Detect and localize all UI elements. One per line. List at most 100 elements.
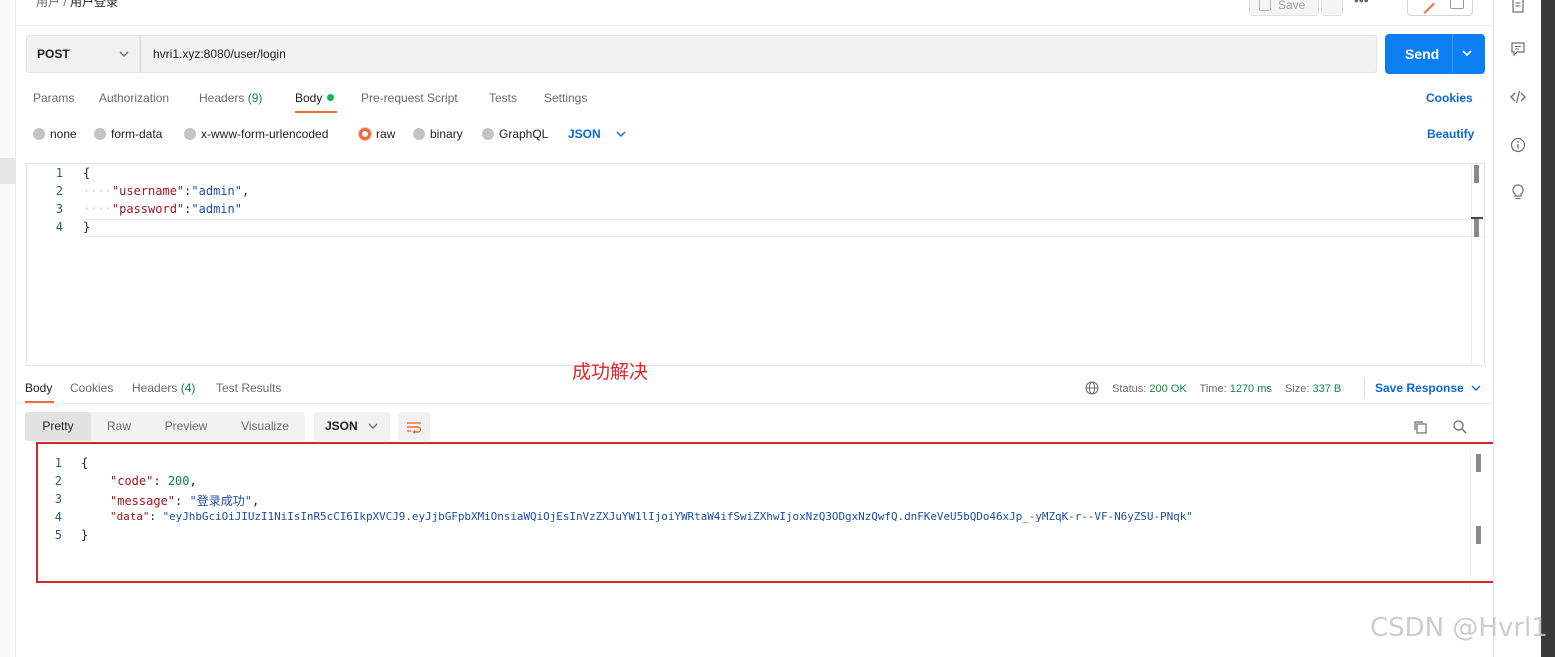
response-divider bbox=[16, 403, 1493, 404]
radio-dot bbox=[413, 128, 425, 140]
document-icon bbox=[1512, 0, 1524, 13]
chevron-down-icon bbox=[1471, 385, 1481, 391]
line-number: 4 bbox=[55, 220, 63, 234]
tab-headers[interactable]: Headers (9) bbox=[199, 91, 262, 105]
comments-button[interactable] bbox=[1508, 39, 1528, 59]
search-button[interactable] bbox=[1452, 419, 1468, 438]
json-brace: { bbox=[83, 166, 91, 180]
method-select[interactable]: POST bbox=[26, 35, 140, 73]
cookies-link[interactable]: Cookies bbox=[1426, 91, 1473, 105]
status-label: Status: bbox=[1112, 383, 1147, 395]
globe-icon[interactable] bbox=[1085, 381, 1099, 395]
lightbulb-icon bbox=[1512, 184, 1524, 200]
time-value[interactable]: 1270 ms bbox=[1230, 383, 1272, 395]
save-response-button[interactable]: Save Response bbox=[1375, 381, 1481, 395]
indent-whitespace: ···· bbox=[83, 202, 112, 216]
status-separator bbox=[1364, 379, 1365, 397]
response-tab-headers-label: Headers bbox=[132, 381, 178, 395]
tab-headers-label: Headers bbox=[199, 91, 245, 105]
body-language-select[interactable]: JSON bbox=[568, 127, 626, 141]
view-tab-pretty[interactable]: Pretty bbox=[25, 412, 91, 441]
status-value[interactable]: 200 OK bbox=[1149, 383, 1186, 395]
wrap-lines-button[interactable] bbox=[398, 412, 430, 441]
code-snippet-button[interactable] bbox=[1508, 87, 1528, 107]
code-line: } bbox=[83, 220, 90, 234]
documentation-button[interactable] bbox=[1508, 0, 1528, 16]
view-tab-visualize[interactable]: Visualize bbox=[229, 412, 301, 441]
info-button[interactable] bbox=[1508, 135, 1528, 155]
suggestions-button[interactable] bbox=[1508, 182, 1528, 202]
watermark: CSDN @Hvrl1 bbox=[1370, 613, 1548, 643]
json-key: "password" bbox=[111, 202, 185, 216]
tab-body[interactable]: Body bbox=[295, 91, 335, 105]
window-edge bbox=[1541, 0, 1555, 657]
radio-graphql[interactable]: GraphQL bbox=[482, 127, 548, 141]
radio-graphql-label: GraphQL bbox=[499, 127, 549, 141]
json-string: "admin" bbox=[191, 184, 242, 198]
tab-authorization[interactable]: Authorization bbox=[99, 91, 169, 105]
scrollbar-thumb[interactable] bbox=[1474, 219, 1479, 237]
breadcrumb-parent[interactable]: 用户 bbox=[36, 0, 60, 9]
response-tab-cookies[interactable]: Cookies bbox=[70, 381, 113, 395]
tab-prerequest-script[interactable]: Pre-request Script bbox=[361, 91, 458, 105]
code-line: ····"password":"admin" bbox=[83, 202, 242, 216]
right-sidebar bbox=[1493, 0, 1541, 657]
radio-raw-label: raw bbox=[376, 127, 396, 141]
json-key: "username" bbox=[111, 184, 185, 198]
save-button[interactable]: Save bbox=[1249, 0, 1319, 16]
code-line: ····"username":"admin", bbox=[83, 184, 249, 198]
tab-settings[interactable]: Settings bbox=[544, 91, 587, 105]
response-format-value: JSON bbox=[325, 419, 358, 433]
line-number: 2 bbox=[55, 184, 63, 198]
more-options-button[interactable]: ••• bbox=[1354, 0, 1369, 8]
size-label: Size: bbox=[1284, 383, 1310, 395]
radio-none-label: none bbox=[50, 127, 77, 141]
info-icon bbox=[1510, 137, 1526, 153]
radio-binary-label: binary bbox=[430, 127, 463, 141]
beautify-link[interactable]: Beautify bbox=[1427, 127, 1474, 141]
response-tab-headers[interactable]: Headers (4) bbox=[132, 381, 195, 395]
radio-urlencoded[interactable]: x-www-form-urlencoded bbox=[184, 127, 328, 141]
size-value[interactable]: 337 B bbox=[1313, 383, 1342, 395]
pencil-icon[interactable] bbox=[1415, 0, 1435, 14]
indent-whitespace: ···· bbox=[83, 184, 112, 198]
scrollbar-thumb[interactable] bbox=[1474, 165, 1479, 183]
time-label: Time: bbox=[1199, 383, 1227, 395]
send-button[interactable]: Send bbox=[1385, 34, 1485, 74]
save-response-label: Save Response bbox=[1375, 381, 1464, 395]
url-input[interactable]: hvri1.xyz:8080/user/login bbox=[140, 35, 1377, 73]
left-sidebar-strip bbox=[0, 0, 16, 657]
tab-body-label: Body bbox=[295, 91, 323, 105]
response-status-bar: Status: 200 OK Time: 1270 ms Size: 337 B bbox=[1085, 381, 1341, 395]
response-headers-count: (4) bbox=[180, 381, 196, 395]
radio-dot bbox=[33, 128, 45, 140]
body-modified-dot bbox=[327, 94, 335, 101]
radio-none[interactable]: none bbox=[33, 127, 77, 141]
active-tab-underline bbox=[295, 111, 337, 113]
radio-form-data[interactable]: form-data bbox=[94, 127, 162, 141]
chevron-down-icon[interactable] bbox=[1461, 49, 1473, 58]
json-brace: } bbox=[83, 220, 91, 234]
comment-view-icon[interactable] bbox=[1450, 0, 1464, 9]
annotation-highlight-box bbox=[36, 442, 1555, 583]
editor-gutter-line bbox=[1471, 164, 1472, 365]
save-button-label: Save bbox=[1278, 0, 1306, 12]
response-format-select[interactable]: JSON bbox=[314, 412, 390, 441]
response-tab-test-results[interactable]: Test Results bbox=[216, 381, 281, 395]
tab-tests[interactable]: Tests bbox=[489, 91, 517, 105]
radio-raw[interactable]: raw bbox=[359, 127, 395, 141]
tab-params[interactable]: Params bbox=[33, 91, 74, 105]
copy-button[interactable] bbox=[1412, 419, 1428, 438]
radio-form-data-label: form-data bbox=[111, 127, 163, 141]
editor-view-toggle[interactable] bbox=[1407, 0, 1473, 16]
radio-dot bbox=[94, 128, 106, 140]
view-tab-preview[interactable]: Preview bbox=[151, 412, 221, 441]
wrap-lines-icon bbox=[407, 421, 422, 434]
send-button-label: Send bbox=[1405, 46, 1440, 62]
copy-icon bbox=[1414, 421, 1427, 434]
request-body-editor[interactable]: 1 2 3 4 { ····"username":"admin", ····"p… bbox=[26, 163, 1485, 366]
save-options-button[interactable] bbox=[1321, 0, 1343, 16]
response-tab-body[interactable]: Body bbox=[25, 381, 52, 395]
view-tab-raw[interactable]: Raw bbox=[91, 412, 147, 441]
radio-binary[interactable]: binary bbox=[413, 127, 463, 141]
